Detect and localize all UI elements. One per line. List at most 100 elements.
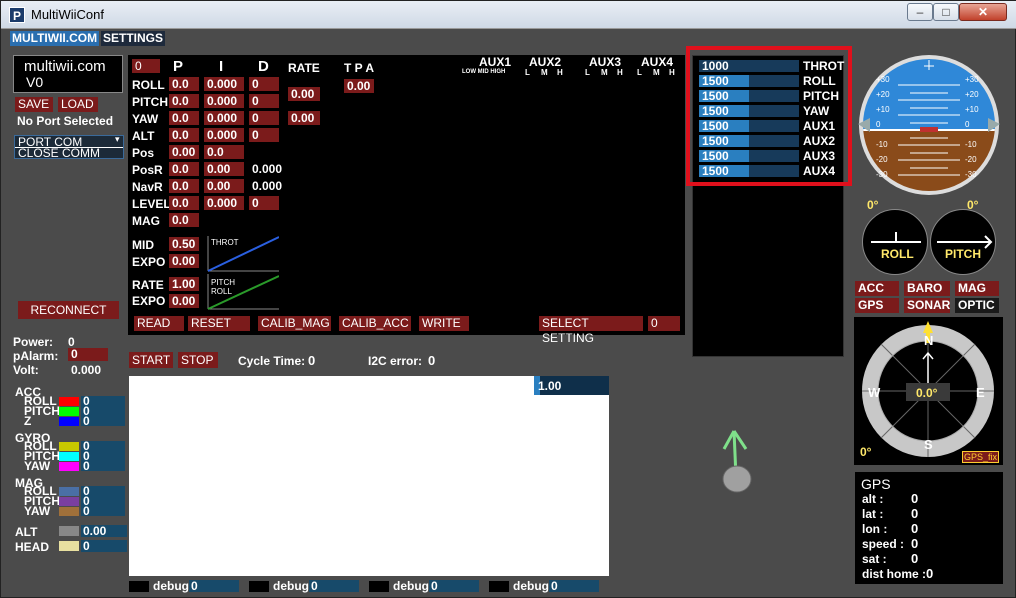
expo-pitch-input[interactable]: 0.00 [169,294,199,308]
profile-input[interactable]: 0 [132,59,160,73]
roll-gauge-label: ROLL [881,247,914,261]
debug-value: 0 [431,579,438,593]
acc-pitch-color [59,407,79,416]
horizon-tick-left: +10 [876,105,890,114]
head-box: 0 [81,539,127,553]
pid-row-label: MAG [132,214,160,228]
select-setting-button[interactable]: SELECT SETTING [539,316,643,345]
pid-d-input[interactable]: 0 [249,77,279,91]
read-button[interactable]: READ [134,316,184,331]
throt-curve-graph: THROT [207,236,280,272]
pid-i-input[interactable]: 0.00 [204,179,244,193]
horizon-tick-right: +30 [965,75,979,84]
save-button[interactable]: SAVE [15,97,53,112]
start-button[interactable]: START [129,352,173,368]
alt-label: ALT [15,525,38,539]
calib-mag-button[interactable]: CALIB_MAG [258,316,331,331]
pid-d-input[interactable]: 0 [249,196,279,210]
tpa-input[interactable]: 0.00 [344,79,374,93]
pid-row-label: NavR [132,180,163,194]
pid-p-input[interactable]: 0.0 [169,94,199,108]
mag-values: 0 0 0 [81,485,125,518]
pid-i-input[interactable]: 0.0 [204,145,244,159]
tab-settings[interactable]: SETTINGS [101,31,166,46]
aux-sub-label: L [525,68,530,77]
pid-i-input[interactable]: 0.000 [204,111,244,125]
sensor-sonar: SONAR [904,298,950,313]
pid-d-input[interactable]: 0 [249,94,279,108]
pid-i-input[interactable]: 0.00 [204,162,244,176]
horizon-tick-right: -20 [965,155,977,164]
write-button[interactable]: WRITE [419,316,469,331]
pid-d-input[interactable]: 0 [249,111,279,125]
rate-roll-pitch[interactable]: 0.00 [288,87,320,101]
pid-i-input[interactable]: 0.000 [204,196,244,210]
pitch-gauge-label: PITCH [945,247,981,261]
rc-label: PITCH [803,89,839,103]
load-button[interactable]: LOAD [58,97,98,112]
setting-value-input[interactable]: 0 [648,316,680,331]
close-button[interactable]: ✕ [959,3,1007,21]
pitch-gauge-svg [937,235,993,249]
pid-d-input[interactable]: 0 [249,128,279,142]
pid-p-input[interactable]: 0.0 [169,196,199,210]
aux-sub-label: L [585,68,590,77]
pid-p-input[interactable]: 0.0 [169,213,199,227]
maximize-button[interactable]: □ [933,3,959,21]
horizon-tick-right: -10 [965,140,977,149]
calib-acc-button[interactable]: CALIB_ACC [339,316,411,331]
pid-p-input[interactable]: 0.0 [169,179,199,193]
close-comm-button[interactable]: CLOSE COMM [18,147,100,159]
horizon-tick-left: -10 [876,140,888,149]
tab-multiwii[interactable]: MULTIWII.COM [10,31,100,46]
pid-i-input[interactable]: 0.000 [204,77,244,91]
mag-yaw-value: 0 [83,504,90,518]
head-color [59,541,79,551]
debug-color [129,581,149,592]
pid-i-input[interactable]: 0.000 [204,128,244,142]
pid-p-input[interactable]: 0.0 [169,77,199,91]
sensor-gps: GPS [855,298,899,313]
palarm-input[interactable]: 0 [68,348,108,361]
i2c-error-label: I2C error: [368,354,423,368]
acc-roll-color [59,397,79,406]
rate-yaw[interactable]: 0.00 [288,111,320,125]
palarm-label: pAlarm: [13,349,59,363]
expo-throt-input[interactable]: 0.00 [169,254,199,268]
volt-label: Volt: [13,363,39,377]
pid-p-input[interactable]: 0.0 [169,111,199,125]
pid-p-input[interactable]: 0.0 [169,162,199,176]
aux-name: AUX2 [529,55,562,69]
pitch-roll-curve-graph: PITCH ROLL [207,274,280,310]
stop-button[interactable]: STOP [178,352,218,368]
gps-sat-label: sat : [862,552,887,566]
aux-sub-label: L [637,68,642,77]
gps-lat-value: 0 [911,506,919,521]
pid-p-input[interactable]: 0.0 [169,128,199,142]
gps-dist-value: 0 [926,566,934,581]
reconnect-button[interactable]: RECONNECT [18,301,119,319]
debug-label: debug [393,579,429,593]
pid-i-input[interactable]: 0.000 [204,94,244,108]
sensor-baro: BARO [904,281,950,296]
rc-value: 1500 [702,164,729,178]
throt-graph-label: THROT [211,238,239,247]
horizon-tick-right: +10 [965,105,979,114]
pid-d-input[interactable]: 0.000 [249,162,285,176]
compass-alt-angle: 0° [860,445,872,459]
mid-input[interactable]: 0.50 [169,237,199,251]
pid-d-input[interactable]: 0.000 [249,179,285,193]
mid-label: MID [132,238,154,252]
pid-p-input[interactable]: 0.00 [169,145,199,159]
graph-scale-box[interactable]: 1.00 [534,376,609,395]
gps-lat-label: lat : [862,507,884,521]
minimize-button[interactable]: – [907,3,933,21]
gyro-values: 0 0 0 [81,440,125,472]
title-bar: P MultiWiiConf – □ ✕ [1,1,1016,29]
reset-button[interactable]: RESET [188,316,250,331]
rc-value: 1500 [702,74,729,88]
rate-input[interactable]: 1.00 [169,277,199,291]
gyro-pitch-color [59,452,79,461]
alt-box: 0.00 [81,524,127,538]
aux-name: AUX4 [641,55,674,69]
